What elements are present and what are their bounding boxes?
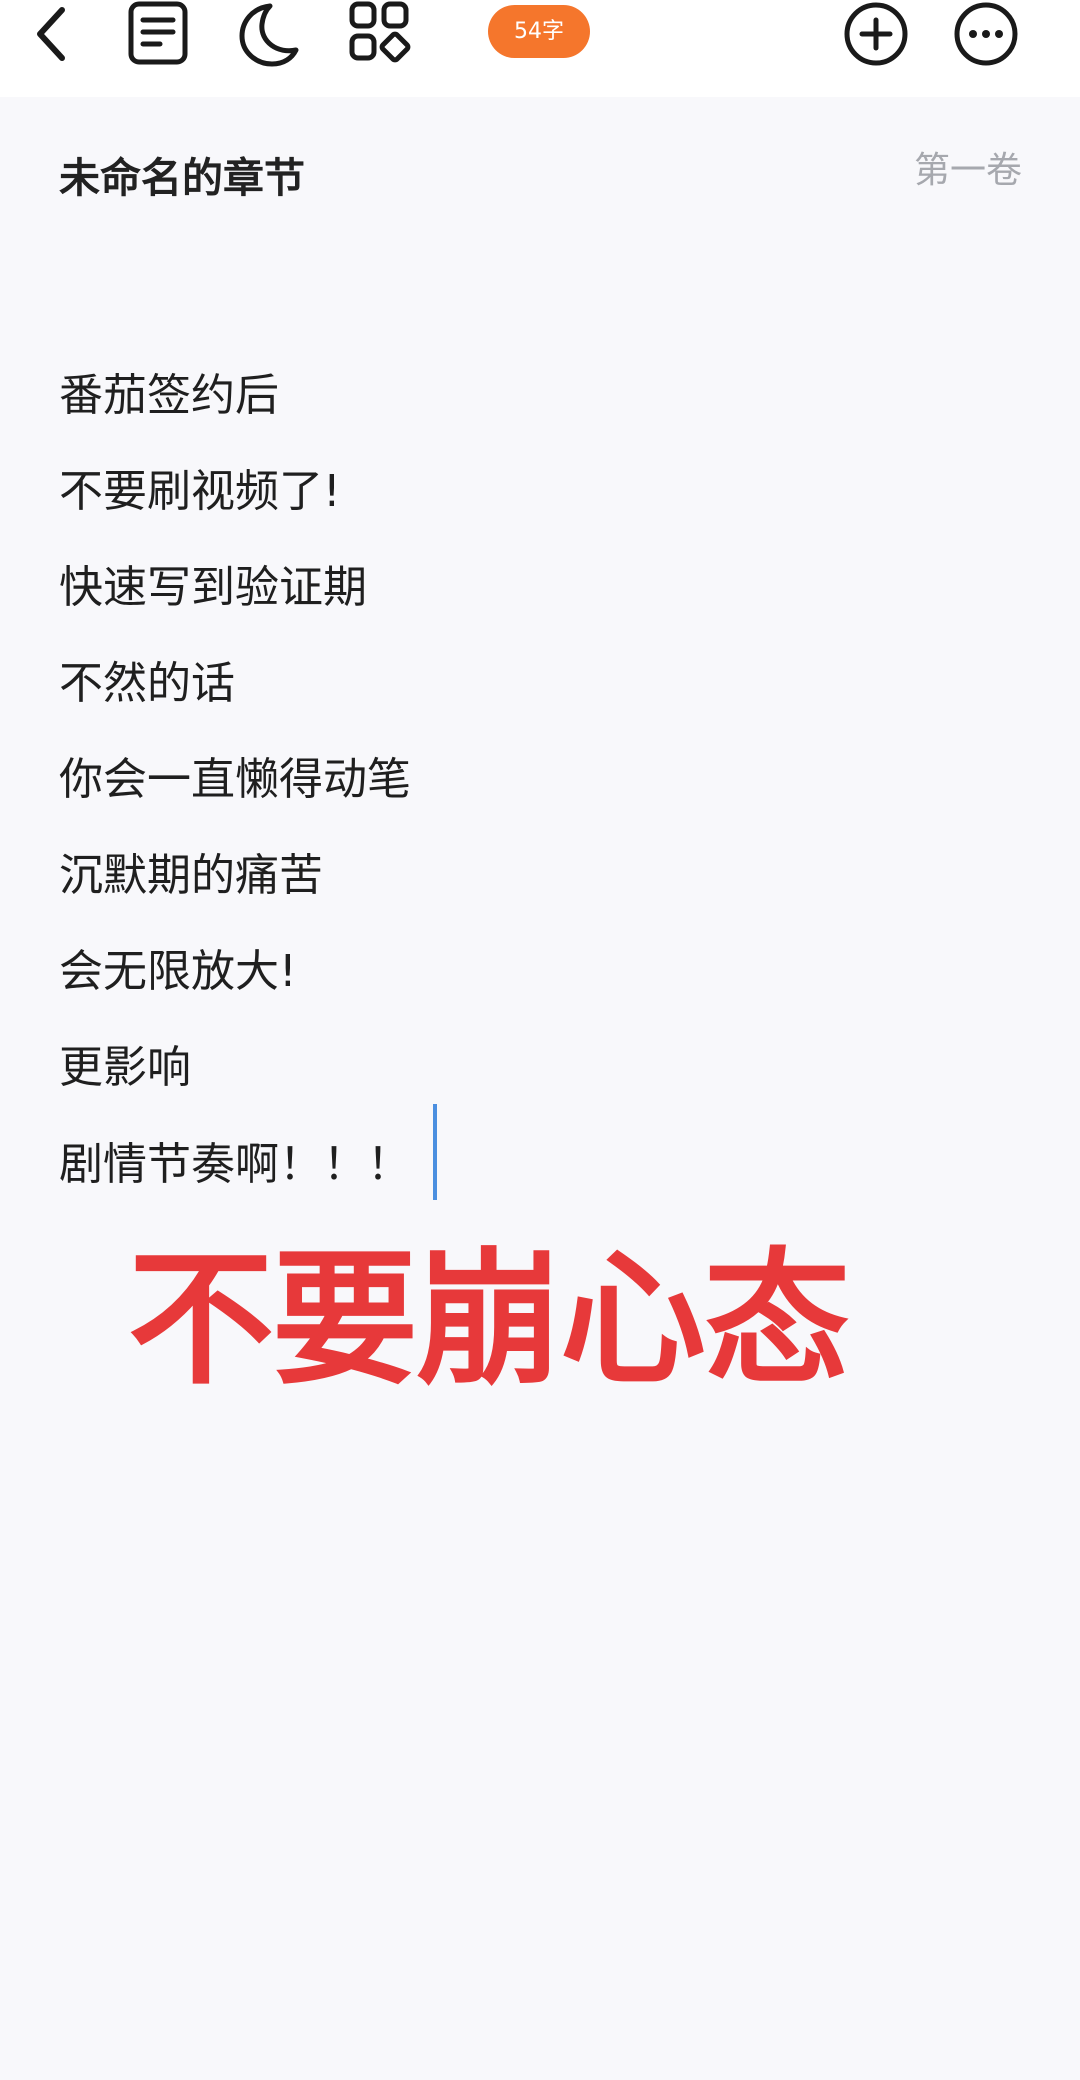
editor-screen: 54字 未命名的章节 第一卷 番茄签约后 不要刷视频了! 快速写到验证期 不然的… [0,0,1080,2080]
moon-icon [239,3,299,67]
text-line: 会无限放大! [59,946,297,997]
text-line: 沉默期的痛苦 [59,850,323,901]
word-count-badge: 54字 [488,5,590,58]
more-button[interactable] [950,0,1022,70]
volume-label[interactable]: 第一卷 [914,146,1022,196]
text-line: 番茄签约后 [59,370,279,421]
overlay-caption: 不要崩心态 [128,1235,850,1405]
text-line: 不要刷视频了! [59,466,341,517]
apps-button[interactable] [344,0,416,70]
outline-button[interactable] [122,0,194,70]
text-line: 快速写到验证期 [59,562,367,613]
ellipsis-circle-icon [954,2,1018,66]
back-button[interactable] [12,0,84,70]
text-line-last: 剧情节奏啊！！！ [59,1104,437,1230]
plus-circle-icon [844,2,908,66]
text-line-content: 剧情节奏啊！！！ [59,1139,411,1190]
chevron-left-icon [37,7,65,61]
top-toolbar: 54字 [0,0,1080,97]
document-icon [128,1,188,65]
night-mode-button[interactable] [232,0,304,70]
text-line: 不然的话 [59,658,235,709]
text-line: 你会一直懒得动笔 [59,754,411,805]
text-cursor [433,1104,437,1200]
chapter-title[interactable]: 未命名的章节 [59,150,305,206]
text-line: 更影响 [59,1042,191,1093]
grid-icon [349,1,411,63]
add-button[interactable] [840,0,912,70]
editor-body[interactable]: 番茄签约后 不要刷视频了! 快速写到验证期 不然的话 你会一直懒得动笔 沉默期的… [59,366,437,1230]
